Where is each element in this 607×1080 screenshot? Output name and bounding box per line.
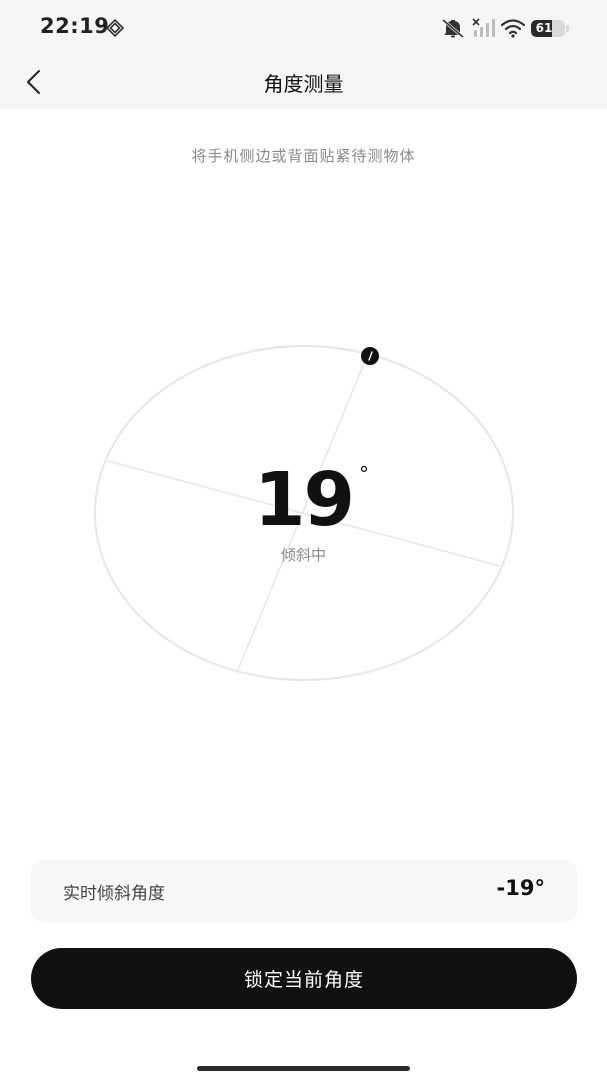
dial-marker <box>361 347 379 365</box>
realtime-angle-value: -19° <box>496 876 545 900</box>
battery-tip <box>566 24 569 32</box>
status-time: 22:19 <box>40 14 110 38</box>
home-indicator[interactable] <box>197 1066 410 1071</box>
angle-degree-symbol: ° <box>359 462 369 486</box>
sync-icon <box>106 19 124 37</box>
angle-value: 19 <box>254 457 355 543</box>
realtime-angle-card: 实时倾斜角度 -19° <box>31 860 577 922</box>
instruction-hint: 将手机侧边或背面贴紧待测物体 <box>191 147 416 165</box>
mute-icon <box>442 18 464 38</box>
angle-readout: 19 ° <box>0 460 607 540</box>
tilt-status: 倾斜中 <box>280 546 326 564</box>
angle-measure-screen: 22:19 61 角度测量 将手机侧边或背面贴紧待测物体 19 ° 倾斜中 实时… <box>0 0 607 1080</box>
page-title: 角度测量 <box>263 72 344 96</box>
nav-bar: 角度测量 <box>0 56 607 109</box>
signal-no-sim-icon <box>472 18 495 37</box>
realtime-angle-label: 实时倾斜角度 <box>63 884 165 904</box>
status-bar: 22:19 61 <box>0 0 607 56</box>
status-icons: 61 <box>441 16 569 40</box>
battery-level: 61 <box>535 20 553 35</box>
lock-angle-button[interactable]: 锁定当前角度 <box>31 948 577 1009</box>
wifi-icon <box>501 19 525 38</box>
battery-icon: 61 <box>531 19 565 37</box>
